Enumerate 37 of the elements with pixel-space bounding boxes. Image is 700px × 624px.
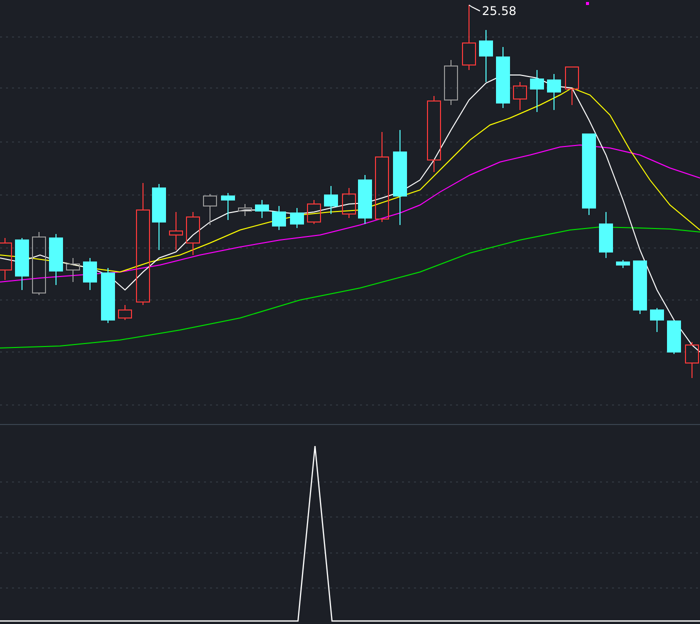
candlestick bbox=[444, 60, 458, 106]
candlestick bbox=[290, 208, 304, 228]
candlestick bbox=[685, 342, 699, 378]
candlestick bbox=[238, 204, 252, 216]
candlestick bbox=[152, 184, 166, 250]
candlestick bbox=[667, 320, 681, 354]
candlestick bbox=[599, 212, 613, 258]
candlestick bbox=[496, 46, 510, 108]
candlestick bbox=[547, 74, 561, 110]
candlestick bbox=[307, 200, 321, 224]
candlestick bbox=[513, 82, 527, 110]
candlestick bbox=[342, 188, 356, 218]
candlestick bbox=[66, 258, 80, 282]
candlestick bbox=[203, 194, 217, 226]
candlestick bbox=[272, 206, 286, 230]
candlestick bbox=[221, 192, 235, 220]
candlestick bbox=[479, 30, 493, 82]
candlestick bbox=[169, 212, 183, 250]
candlestick bbox=[530, 70, 544, 112]
candlestick bbox=[462, 4, 476, 70]
candlestick bbox=[15, 238, 29, 290]
candlestick bbox=[49, 234, 63, 286]
high-price-label: 25.58 bbox=[482, 4, 516, 18]
candlestick bbox=[186, 212, 200, 256]
high-pointer bbox=[468, 4, 480, 12]
candlestick bbox=[650, 308, 664, 332]
candlestick bbox=[255, 200, 269, 218]
candlestick bbox=[565, 66, 579, 106]
candlestick bbox=[633, 260, 647, 314]
candlestick bbox=[324, 186, 338, 214]
candlestick bbox=[118, 304, 132, 320]
candlestick bbox=[32, 232, 46, 296]
candlestick bbox=[83, 258, 97, 290]
candlestick bbox=[0, 238, 12, 280]
candlestick bbox=[616, 260, 630, 268]
candlestick bbox=[358, 174, 372, 224]
candlestick bbox=[101, 268, 115, 324]
